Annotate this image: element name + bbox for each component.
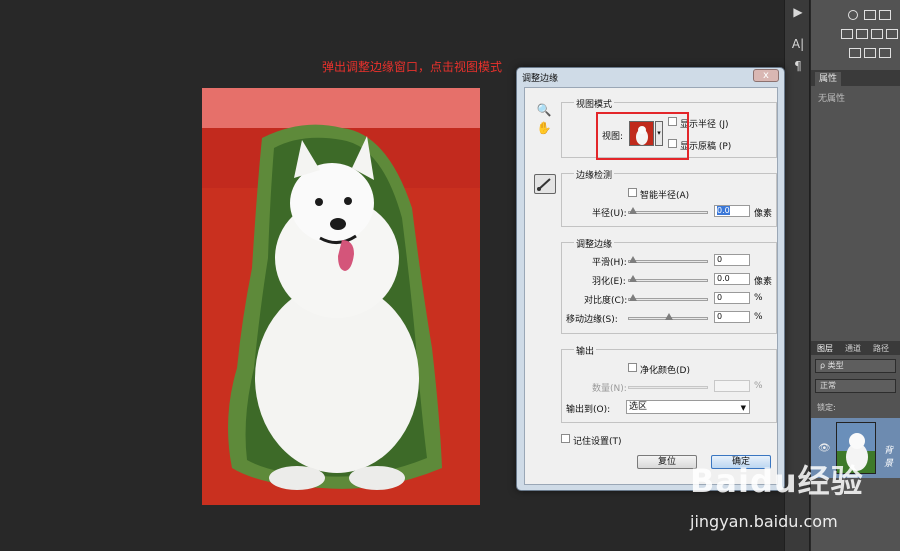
output-group: 输出 净化颜色(D) 数量(N): % 输出到(O): 选区 ▼ — [561, 344, 777, 423]
invert-icon[interactable] — [849, 48, 861, 58]
tab-channels[interactable]: 通道 — [845, 343, 861, 354]
feather-slider[interactable] — [628, 275, 708, 282]
levels-icon[interactable] — [864, 10, 876, 20]
contrast-slider-knob[interactable] — [629, 294, 637, 301]
reset-button[interactable]: 复位 — [637, 455, 697, 469]
paragraph-panel-icon[interactable]: ¶ — [785, 55, 811, 77]
refine-radius-brush-icon[interactable] — [534, 174, 556, 194]
amount-slider — [628, 386, 708, 389]
bw-icon[interactable] — [871, 29, 883, 39]
layer-kind-filter[interactable]: ρ 类型 — [815, 359, 896, 373]
view-mode-label: 视图模式 — [574, 97, 615, 110]
tab-properties[interactable]: 属性 — [815, 72, 842, 86]
blend-mode-select[interactable]: 正常 — [815, 379, 896, 393]
threshold-icon[interactable] — [864, 48, 876, 58]
decontaminate-checkbox[interactable] — [628, 363, 637, 372]
tab-layers[interactable]: 图层 — [817, 343, 833, 354]
refine-edge-dialog: 调整边缘 x 🔍 ✋ 视图模式 视图: ▾ 显示半径 (J) 显示原稿 (P) … — [516, 67, 785, 491]
amount-label: 数量(N): — [592, 384, 627, 394]
edge-detection-group: 边缘检测 智能半径(A) 半径(U): 0.0 像素 — [561, 168, 777, 227]
annotation-text: 弹出调整边缘窗口，点击视图模式 — [322, 60, 503, 74]
edge-detection-label: 边缘检测 — [574, 168, 615, 181]
baidu-logo-text: Baidu经验 — [690, 462, 864, 500]
brightness-icon[interactable] — [848, 10, 858, 20]
character-panel-icon[interactable]: A| — [785, 33, 811, 55]
balance-icon[interactable] — [856, 29, 868, 39]
photo-filter-icon[interactable] — [886, 29, 898, 39]
hue-icon[interactable] — [841, 29, 853, 39]
radius-slider-knob[interactable] — [629, 207, 637, 214]
visibility-eye-icon[interactable]: 👁 — [818, 443, 831, 454]
shift-edge-label: 移动边缘(S): — [566, 315, 618, 325]
contrast-input[interactable]: 0 — [714, 292, 750, 304]
lock-label: 锁定: — [817, 403, 836, 412]
properties-empty-text: 无属性 — [818, 94, 846, 104]
curves-icon[interactable] — [879, 10, 891, 20]
radius-slider[interactable] — [628, 207, 708, 214]
radius-value: 0.0 — [717, 206, 730, 215]
adjust-edge-group: 调整边缘 平滑(H): 0 羽化(E): 0.0 像素 对比度(C): 0 % … — [561, 237, 777, 334]
tab-paths[interactable]: 路径 — [873, 343, 889, 354]
shift-edge-unit: % — [754, 312, 763, 322]
baidu-watermark: Baidu经验 jingyan.baidu.com — [690, 456, 890, 546]
adjustments-panel — [811, 0, 900, 70]
smooth-input[interactable]: 0 — [714, 254, 750, 266]
radius-label: 半径(U): — [592, 209, 627, 219]
contrast-slider[interactable] — [628, 294, 708, 301]
dialog-body: 🔍 ✋ 视图模式 视图: ▾ 显示半径 (J) 显示原稿 (P) 边缘检测 智能… — [524, 87, 778, 485]
close-button[interactable]: x — [753, 69, 779, 82]
amount-input — [714, 380, 750, 392]
smart-radius-checkbox[interactable] — [628, 188, 637, 197]
smart-radius-label: 智能半径(A) — [640, 191, 690, 201]
adjust-edge-label: 调整边缘 — [574, 237, 615, 250]
zoom-tool-icon[interactable]: 🔍 — [536, 102, 552, 118]
output-to-value: 选区 — [629, 402, 648, 412]
feather-label: 羽化(E): — [592, 277, 626, 287]
feather-slider-knob[interactable] — [629, 275, 637, 282]
output-label: 输出 — [574, 344, 597, 357]
shift-edge-input[interactable]: 0 — [714, 311, 750, 323]
properties-body: 无属性 — [811, 86, 900, 341]
feather-unit: 像素 — [754, 277, 773, 287]
baidu-url: jingyan.baidu.com — [690, 512, 838, 531]
output-to-label: 输出到(O): — [566, 405, 611, 415]
shift-edge-slider-knob[interactable] — [665, 313, 673, 320]
view-mode-highlight-box — [596, 112, 689, 160]
contrast-unit: % — [754, 293, 763, 303]
feather-input[interactable]: 0.0 — [714, 273, 750, 285]
shift-edge-slider[interactable] — [628, 313, 708, 320]
gradient-map-icon[interactable] — [879, 48, 891, 58]
radius-unit: 像素 — [754, 209, 773, 219]
remember-settings-checkbox[interactable] — [561, 434, 570, 443]
play-icon[interactable]: ▶ — [785, 1, 811, 23]
samoyed-photo — [202, 88, 480, 505]
smooth-slider[interactable] — [628, 256, 708, 263]
remember-settings-label: 记住设置(T) — [573, 437, 622, 447]
document-canvas[interactable] — [202, 88, 480, 505]
smooth-slider-knob[interactable] — [629, 256, 637, 263]
output-to-select[interactable]: 选区 ▼ — [626, 400, 750, 414]
radius-input[interactable]: 0.0 — [714, 205, 750, 217]
hand-tool-icon[interactable]: ✋ — [536, 120, 552, 136]
chevron-down-icon: ▼ — [740, 404, 746, 412]
smooth-label: 平滑(H): — [592, 258, 627, 268]
contrast-label: 对比度(C): — [584, 296, 628, 306]
amount-unit: % — [754, 381, 763, 391]
decontaminate-label: 净化颜色(D) — [640, 366, 690, 376]
dialog-title: 调整边缘 — [522, 74, 559, 84]
